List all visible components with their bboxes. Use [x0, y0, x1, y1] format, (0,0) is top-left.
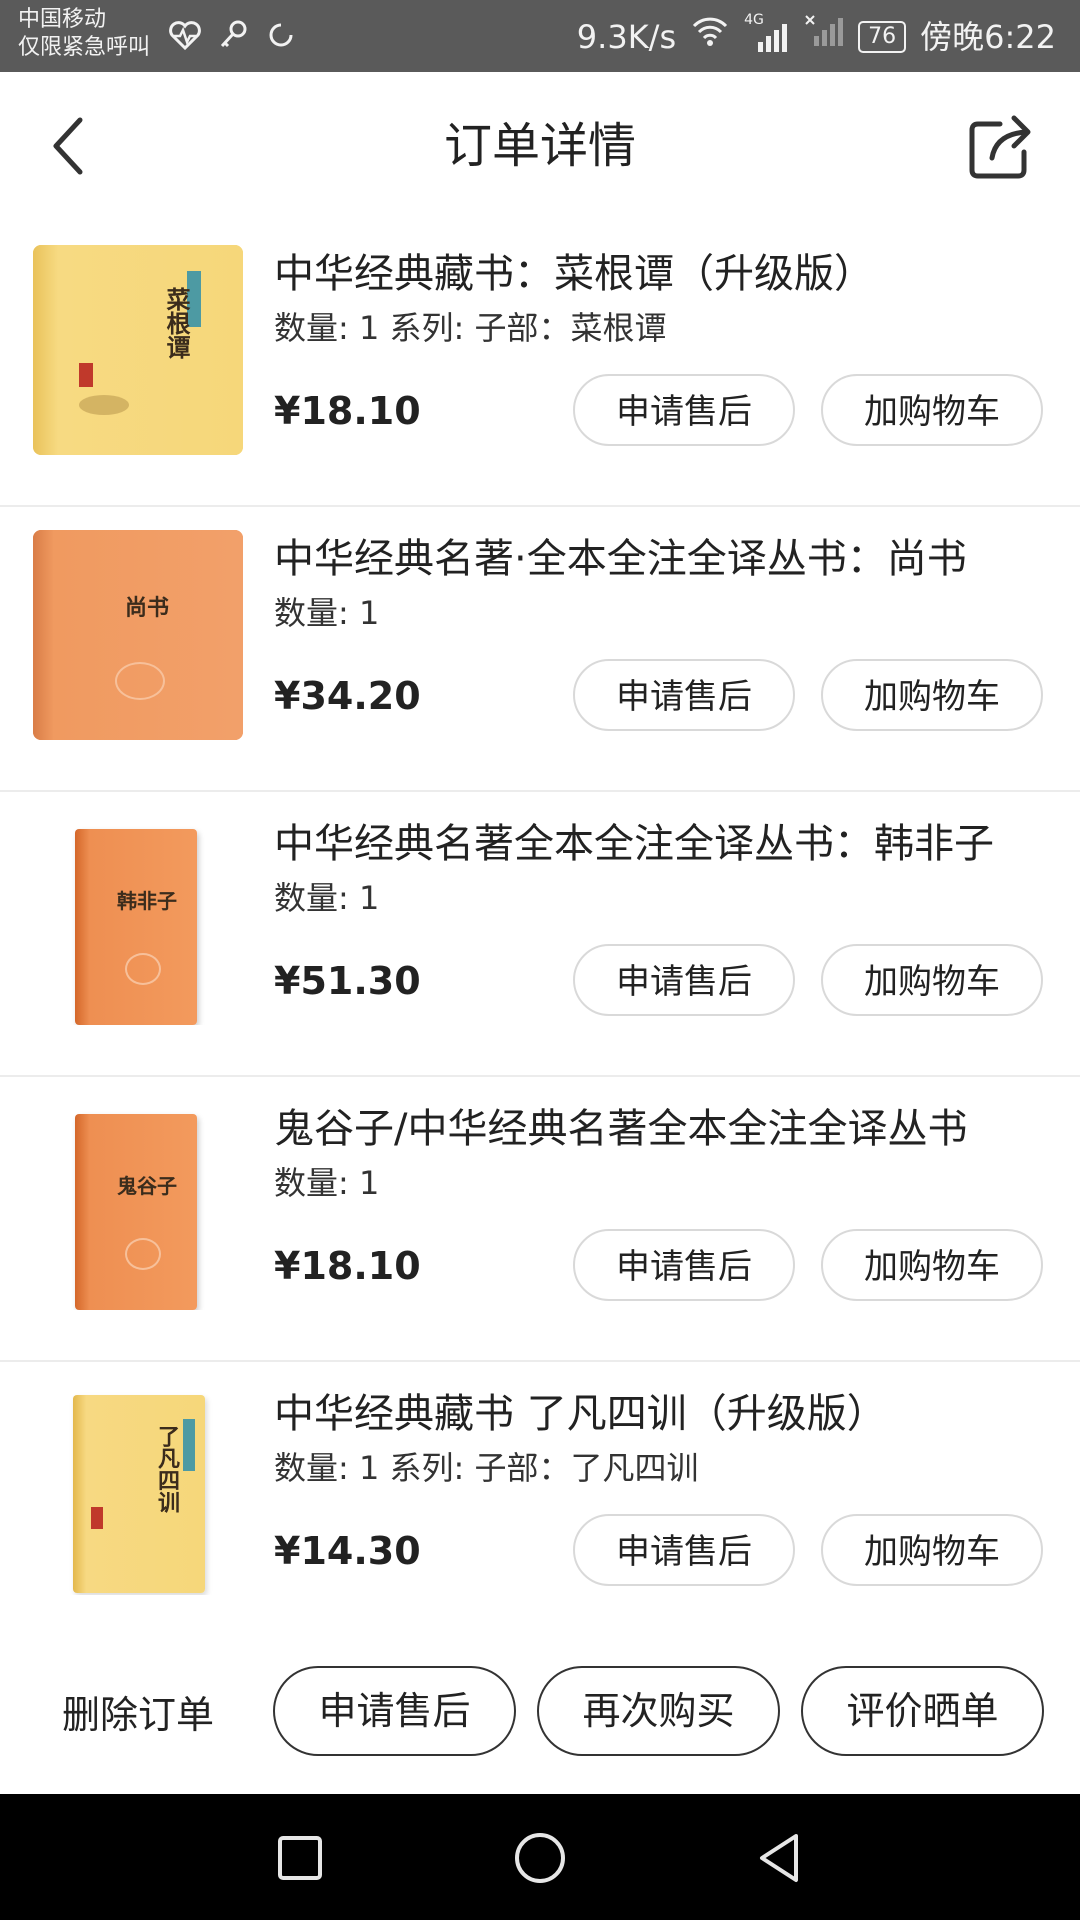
item-title[interactable]: 中华经典藏书 了凡四训（升级版） [274, 1388, 887, 1440]
item-title[interactable]: 鬼谷子/中华经典名著全本全注全译丛书 [274, 1103, 967, 1155]
item-price: ¥18.10 [274, 1244, 421, 1288]
add-to-cart-button[interactable]: 加购物车 [821, 944, 1043, 1016]
book-cover-image[interactable]: 韩非子 [33, 815, 243, 1025]
item-title[interactable]: 中华经典名著全本全注全译丛书：韩非子 [274, 818, 994, 870]
square-icon [278, 1836, 322, 1880]
item-price: ¥34.20 [274, 674, 421, 718]
item-meta: 数量: 1 [274, 879, 380, 917]
delete-order-button[interactable]: 删除订单 [62, 1690, 214, 1740]
screen: 中国移动 仅限紧急呼叫 9.3K/s 4G 76 傍晚6:22 订单详情 菜根谭… [0, 0, 1080, 1920]
status-right: 9.3K/s 4G 76 傍晚6:22 [576, 12, 1056, 59]
share-button[interactable] [964, 108, 1040, 184]
review-button[interactable]: 评价晒单 [801, 1666, 1044, 1756]
item-meta: 数量: 1 [274, 1164, 380, 1202]
order-item[interactable]: 菜根谭 中华经典藏书：菜根谭（升级版） 数量: 1 系列: 子部：菜根谭 ¥18… [0, 222, 1080, 507]
page-title: 订单详情 [443, 118, 636, 174]
after-sale-button[interactable]: 申请售后 [573, 659, 795, 731]
add-to-cart-button[interactable]: 加购物车 [821, 1229, 1043, 1301]
item-price: ¥51.30 [274, 959, 421, 1003]
carrier-info: 中国移动 仅限紧急呼叫 [18, 6, 150, 62]
cover-side-band [33, 530, 243, 740]
after-sale-button[interactable]: 申请售后 [573, 1514, 795, 1586]
order-item[interactable]: 鬼谷子 鬼谷子/中华经典名著全本全注全译丛书 数量: 1 ¥18.10 申请售后… [0, 1077, 1080, 1362]
cover-illustration [79, 395, 129, 415]
item-meta: 数量: 1 [274, 594, 380, 632]
buy-again-button[interactable]: 再次购买 [537, 1666, 780, 1756]
triangle-back-icon [760, 1834, 798, 1882]
item-price: ¥18.10 [274, 389, 421, 433]
book-3d [75, 1114, 197, 1310]
cover-emblem [125, 1238, 161, 1270]
key-icon [216, 18, 250, 52]
order-item[interactable]: 了凡四训 中华经典藏书 了凡四训（升级版） 数量: 1 系列: 子部：了凡四训 … [0, 1362, 1080, 1647]
battery-level: 76 [868, 23, 897, 49]
add-to-cart-button[interactable]: 加购物车 [821, 1514, 1043, 1586]
item-price: ¥14.30 [274, 1529, 421, 1573]
cover-label-strip [183, 1419, 195, 1471]
item-title[interactable]: 中华经典藏书：菜根谭（升级版） [274, 248, 874, 300]
book-cover-image[interactable]: 了凡四训 [33, 1385, 243, 1595]
carrier-note: 仅限紧急呼叫 [18, 35, 151, 60]
order-items: 菜根谭 中华经典藏书：菜根谭（升级版） 数量: 1 系列: 子部：菜根谭 ¥18… [0, 222, 1080, 1647]
cover-title: 鬼谷子 [117, 1174, 177, 1198]
back-nav-button[interactable] [752, 1830, 808, 1886]
cover-side-band [33, 245, 243, 455]
sync-icon [264, 18, 298, 52]
cover-title: 了凡四训 [154, 1425, 180, 1513]
status-icons-left [168, 18, 298, 52]
after-sale-button[interactable]: 申请售后 [573, 1229, 795, 1301]
after-sale-button[interactable]: 申请售后 [573, 374, 795, 446]
signal-no-sim-icon [804, 14, 844, 59]
add-to-cart-button[interactable]: 加购物车 [821, 374, 1043, 446]
clock: 傍晚6:22 [920, 17, 1056, 56]
book-cover-image[interactable]: 菜根谭 [33, 245, 243, 455]
order-item[interactable]: 尚书 中华经典名著·全本全注全译丛书：尚书 数量: 1 ¥34.20 申请售后 … [0, 507, 1080, 792]
system-nav-bar [0, 1794, 1080, 1920]
book-cover-image[interactable]: 鬼谷子 [33, 1100, 243, 1310]
net-speed: 9.3K/s [576, 17, 677, 56]
circle-icon [515, 1833, 565, 1883]
order-action-bar: 删除订单 申请售后 再次购买 评价晒单 [0, 1628, 1080, 1794]
cover-title: 菜根谭 [162, 287, 191, 359]
order-after-sale-button[interactable]: 申请售后 [273, 1666, 516, 1756]
home-button[interactable] [512, 1830, 568, 1886]
wifi-icon [690, 14, 730, 59]
recents-button[interactable] [272, 1830, 328, 1886]
item-meta: 数量: 1 系列: 子部：菜根谭 [274, 309, 667, 347]
heart-pulse-icon [168, 18, 202, 52]
share-icon [969, 115, 1031, 179]
signal-4g-icon: 4G [744, 12, 790, 54]
cover-title: 韩非子 [117, 889, 177, 913]
cover-title: 尚书 [125, 595, 170, 621]
battery-icon: 76 [858, 20, 907, 53]
book-cover-image[interactable]: 尚书 [33, 530, 243, 740]
carrier-name: 中国移动 [18, 7, 107, 32]
book-3d [75, 829, 197, 1025]
item-meta: 数量: 1 系列: 子部：了凡四训 [274, 1449, 699, 1487]
cover-emblem [125, 953, 161, 985]
after-sale-button[interactable]: 申请售后 [573, 944, 795, 1016]
cover-emblem [115, 662, 165, 700]
status-bar: 中国移动 仅限紧急呼叫 9.3K/s 4G 76 傍晚6:22 [0, 0, 1080, 72]
header: 订单详情 [0, 72, 1080, 222]
cover-seal [79, 363, 93, 387]
order-item[interactable]: 韩非子 中华经典名著全本全注全译丛书：韩非子 数量: 1 ¥51.30 申请售后… [0, 792, 1080, 1077]
item-title[interactable]: 中华经典名著·全本全注全译丛书：尚书 [274, 533, 967, 585]
add-to-cart-button[interactable]: 加购物车 [821, 659, 1043, 731]
cover-seal [91, 1507, 103, 1529]
